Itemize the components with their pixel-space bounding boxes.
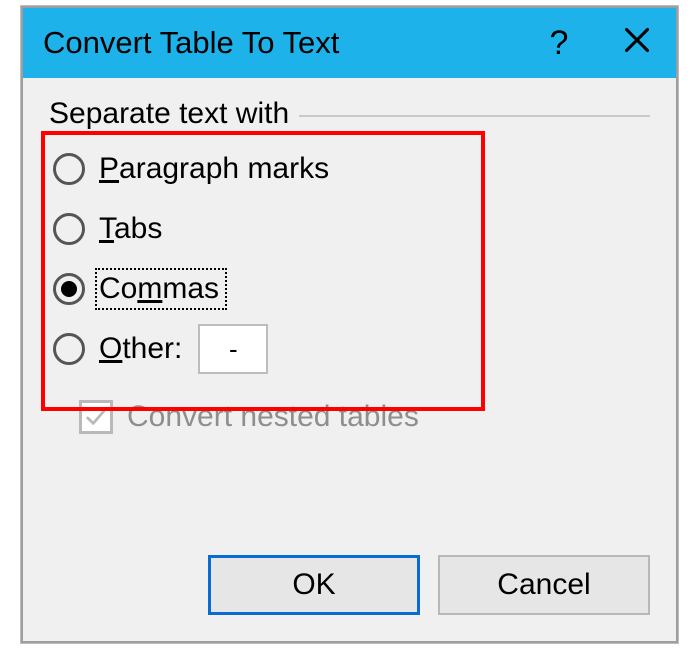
- radio-icon: [53, 153, 85, 185]
- ok-button-label: OK: [292, 568, 335, 602]
- convert-nested-tables-label: Convert nested tables: [127, 400, 419, 434]
- help-button[interactable]: ?: [520, 8, 598, 78]
- paragraph-marks-option[interactable]: Paragraph marks: [53, 146, 650, 192]
- group-divider: [299, 115, 650, 117]
- close-icon: [623, 24, 651, 63]
- other-separator-input[interactable]: [198, 324, 268, 374]
- paragraph-marks-label: Paragraph marks: [99, 152, 329, 186]
- dialog-title: Convert Table To Text: [43, 25, 339, 61]
- convert-nested-tables-checkbox: Convert nested tables: [79, 400, 650, 434]
- commas-option[interactable]: Commas: [53, 266, 650, 312]
- tabs-label: Tabs: [99, 212, 162, 246]
- checkbox-icon: [79, 400, 113, 434]
- convert-table-to-text-dialog: Convert Table To Text ? Separate text wi…: [21, 6, 678, 643]
- other-option[interactable]: Other:: [53, 326, 650, 372]
- commas-label: Commas: [99, 272, 219, 306]
- separate-text-with-group: Separate text with Paragraph marks Tabs: [49, 104, 650, 372]
- radio-icon: [53, 273, 85, 305]
- radio-icon: [53, 213, 85, 245]
- ok-button[interactable]: OK: [208, 555, 420, 615]
- cancel-button-label: Cancel: [497, 568, 590, 602]
- other-label: Other:: [99, 332, 182, 366]
- cancel-button[interactable]: Cancel: [438, 555, 650, 615]
- group-label: Separate text with: [49, 97, 299, 131]
- radio-icon: [53, 333, 85, 365]
- titlebar: Convert Table To Text ?: [23, 8, 676, 78]
- help-icon: ?: [550, 24, 569, 63]
- close-button[interactable]: [598, 8, 676, 78]
- tabs-option[interactable]: Tabs: [53, 206, 650, 252]
